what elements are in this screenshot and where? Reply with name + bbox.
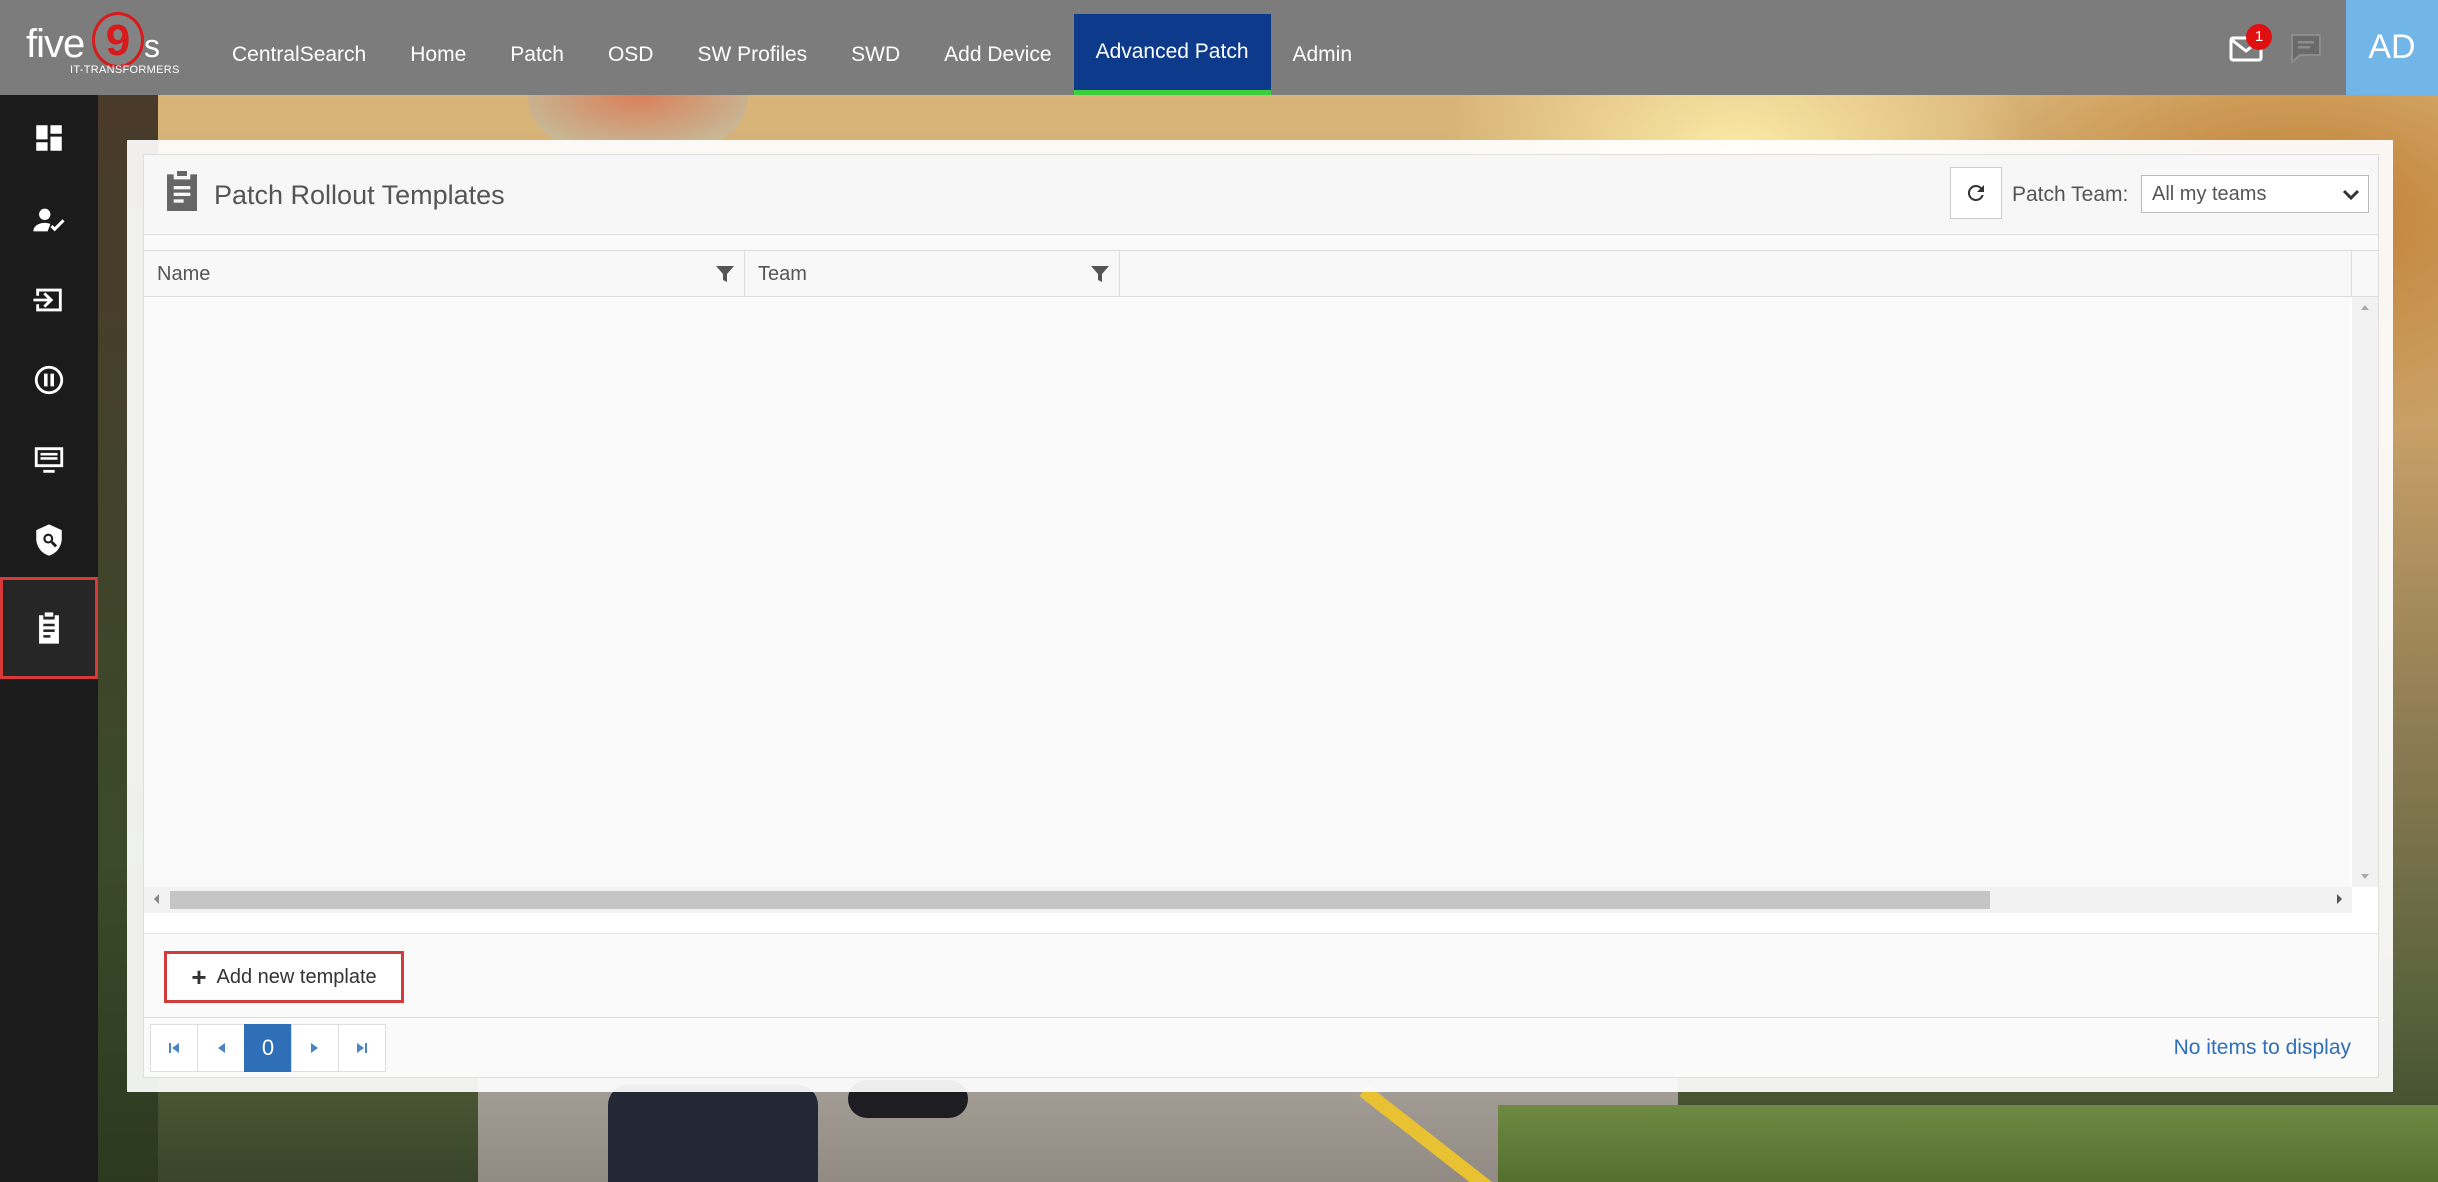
nav-swd[interactable]: SWD <box>829 14 922 95</box>
grid-pager: 0 No items to display <box>144 1017 2378 1077</box>
sign-in-icon <box>33 288 62 312</box>
nav-osd[interactable]: OSD <box>586 14 676 95</box>
scroll-down-icon[interactable] <box>2360 873 2370 881</box>
first-page-button[interactable] <box>150 1024 198 1072</box>
nav-admin[interactable]: Admin <box>1271 14 1375 95</box>
app-logo[interactable]: five 9 s IT-TRANSFORMERS <box>26 12 186 82</box>
grid-header: Name Team <box>144 251 2378 297</box>
user-avatar[interactable]: AD <box>2346 0 2438 95</box>
nav-patch[interactable]: Patch <box>488 14 586 95</box>
refresh-icon <box>1967 184 1984 201</box>
user-check-icon <box>33 208 65 232</box>
next-page-button[interactable] <box>291 1024 339 1072</box>
previous-page-button[interactable] <box>197 1024 245 1072</box>
clipboard-icon <box>39 612 59 644</box>
first-page-icon <box>169 1043 179 1053</box>
logo-s: s <box>144 28 160 64</box>
nav-centralsearch[interactable]: CentralSearch <box>210 14 388 95</box>
column-header-team[interactable]: Team <box>745 251 1120 297</box>
logo-nine: 9 <box>92 12 144 68</box>
last-page-icon <box>357 1043 367 1053</box>
shield-search-icon <box>36 524 62 556</box>
sidebar-item-deploy[interactable] <box>0 260 98 340</box>
current-page[interactable]: 0 <box>244 1024 292 1072</box>
next-page-icon <box>311 1043 318 1053</box>
card-header: Patch Rollout Templates Patch Team: All … <box>144 155 2378 235</box>
add-new-template-label: Add new template <box>216 965 377 988</box>
filter-icon[interactable] <box>714 263 736 285</box>
patch-team-select[interactable]: All my teams <box>2141 175 2369 213</box>
previous-page-icon <box>218 1043 225 1053</box>
grid-body <box>144 297 2350 887</box>
add-new-template-button[interactable]: + Add new template <box>164 951 404 1003</box>
pager-info: No items to display <box>2173 1036 2351 1059</box>
chevron-down-icon <box>2342 189 2360 201</box>
logo-tagline: IT-TRANSFORMERS <box>70 64 180 76</box>
notification-badge: 1 <box>2246 24 2272 50</box>
plus-icon: + <box>191 961 207 992</box>
sidebar-item-paused[interactable] <box>0 340 98 420</box>
refresh-button[interactable] <box>1950 167 2002 219</box>
patch-team-label: Patch Team: <box>2012 183 2129 206</box>
scrollbar-thumb[interactable] <box>170 891 1990 909</box>
column-header-empty <box>1120 251 2352 297</box>
chat-icon <box>2291 33 2321 63</box>
topbar-right: 1 AD <box>2216 0 2438 95</box>
column-label-name: Name <box>157 262 211 285</box>
templates-grid: Name Team <box>144 250 2378 933</box>
sidebar-item-templates[interactable] <box>0 577 98 679</box>
column-label-team: Team <box>758 262 807 285</box>
sidebar-item-devices[interactable] <box>0 420 98 500</box>
grid-toolbar: + Add new template <box>144 933 2378 1017</box>
horizontal-scrollbar[interactable] <box>144 887 2352 913</box>
left-sidebar <box>0 95 98 1182</box>
notifications-button[interactable]: 1 <box>2216 0 2276 95</box>
nav-sw-profiles[interactable]: SW Profiles <box>675 14 829 95</box>
sidebar-item-security[interactable] <box>0 500 98 580</box>
last-page-button[interactable] <box>338 1024 386 1072</box>
sidebar-item-dashboard[interactable] <box>0 95 98 180</box>
patch-team-value: All my teams <box>2152 183 2267 205</box>
scroll-left-icon[interactable] <box>152 893 160 905</box>
filter-icon[interactable] <box>1089 263 1111 285</box>
logo-text: five <box>26 22 85 66</box>
templates-card: Patch Rollout Templates Patch Team: All … <box>143 154 2379 1078</box>
top-navbar: five 9 s IT-TRANSFORMERS CentralSearch H… <box>0 0 2438 95</box>
monitor-list-icon <box>34 447 64 473</box>
page-title: Patch Rollout Templates <box>214 180 505 210</box>
scroll-up-icon[interactable] <box>2360 303 2370 311</box>
pause-circle-icon <box>34 365 64 395</box>
nav-home[interactable]: Home <box>388 14 488 95</box>
nav-add-device[interactable]: Add Device <box>922 14 1073 95</box>
dashboard-icon <box>36 124 62 151</box>
nav-advanced-patch[interactable]: Advanced Patch <box>1073 14 1271 95</box>
main-nav: CentralSearch Home Patch OSD SW Profiles… <box>210 14 1374 95</box>
clipboard-icon <box>167 171 197 211</box>
column-header-name[interactable]: Name <box>144 251 745 297</box>
scroll-right-icon[interactable] <box>2336 893 2344 905</box>
vertical-scrollbar[interactable] <box>2352 297 2378 887</box>
sidebar-item-users[interactable] <box>0 180 98 260</box>
chat-button[interactable] <box>2276 0 2336 95</box>
